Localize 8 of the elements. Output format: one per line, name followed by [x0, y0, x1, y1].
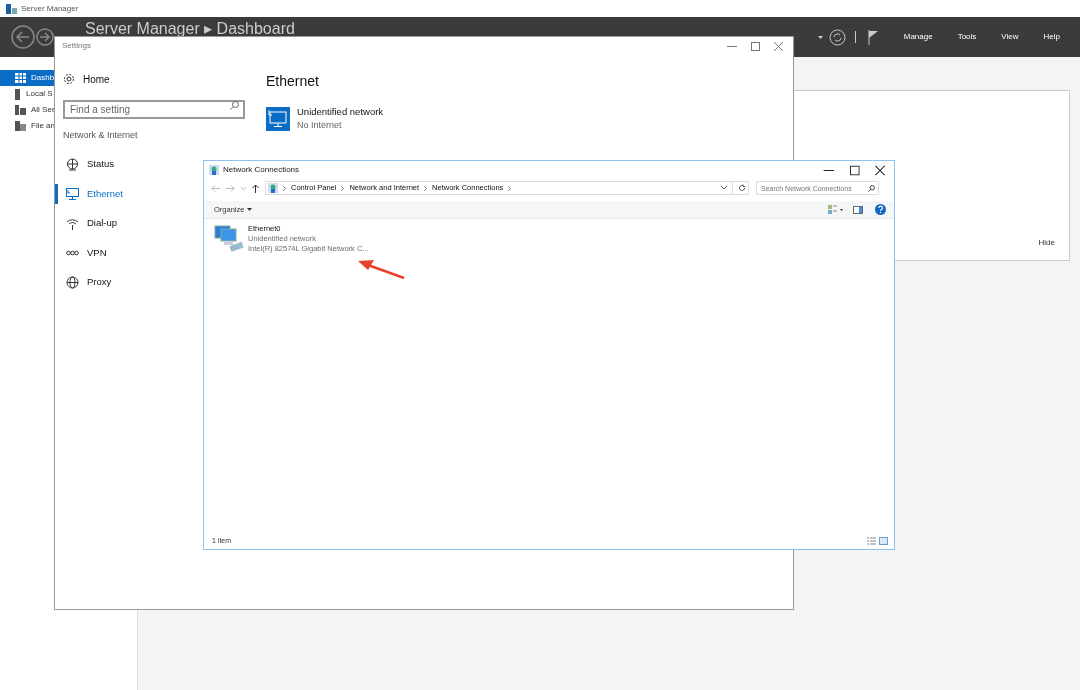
- window-title: Network Connections: [223, 164, 300, 176]
- breadcrumb: Server Manager ▸ Dashboard: [85, 21, 295, 37]
- page-title: Ethernet: [266, 72, 320, 91]
- window-title: Settings: [62, 40, 91, 52]
- network-name: Unidentified network: [297, 105, 384, 119]
- window-title: Server Manager: [21, 2, 79, 15]
- network-status: No Internet: [297, 119, 343, 133]
- section-heading: Network & Internet: [63, 129, 139, 142]
